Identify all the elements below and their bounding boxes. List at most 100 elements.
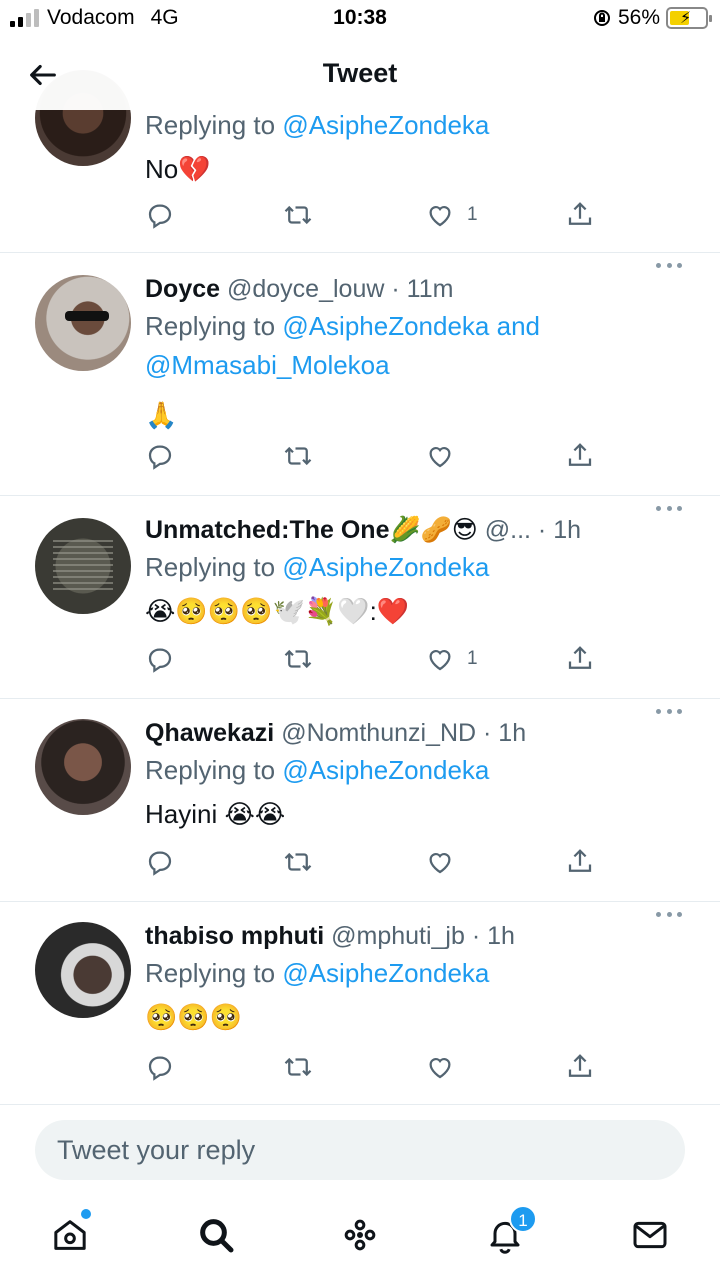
- timestamp[interactable]: · 1h: [483, 719, 526, 747]
- tweet-actions: 1: [145, 200, 605, 232]
- retweet-button[interactable]: [283, 200, 313, 230]
- status-right: 56% ⚡: [592, 6, 712, 30]
- replying-label: Replying to: [145, 958, 283, 988]
- more-icon[interactable]: [656, 912, 682, 920]
- retweet-button[interactable]: [283, 644, 313, 674]
- replying-label: Replying to: [145, 552, 283, 582]
- display-name[interactable]: Qhawekazi: [145, 719, 274, 747]
- share-icon: [568, 849, 592, 872]
- retweet-icon: [284, 649, 312, 669]
- heart-icon: [429, 206, 451, 227]
- timestamp[interactable]: · 1h: [472, 922, 515, 950]
- retweet-button[interactable]: [283, 441, 313, 471]
- mention-link[interactable]: @AsipheZondeka: [282, 110, 489, 140]
- like-button[interactable]: 1: [425, 200, 478, 230]
- reply-tweet[interactable]: Unmatched:The One🌽🥜😎 @... · 1h Replying …: [0, 496, 720, 699]
- avatar[interactable]: [35, 518, 131, 614]
- share-icon: [568, 443, 592, 466]
- mention-link[interactable]: @AsipheZondeka and: [282, 311, 540, 341]
- home-icon: [54, 1220, 86, 1250]
- retweet-icon: [284, 852, 312, 872]
- avatar[interactable]: [35, 719, 131, 815]
- mention-link[interactable]: @Mmasabi_Molekoa: [145, 346, 690, 385]
- mention-link[interactable]: @AsipheZondeka: [282, 552, 489, 582]
- sunglasses-graphic: [65, 311, 109, 321]
- avatar[interactable]: [35, 922, 131, 1018]
- tweet-actions: [145, 441, 605, 473]
- tweet-header: Qhawekazi @Nomthunzi_ND · 1h: [145, 715, 690, 751]
- bottom-nav: 1: [0, 1195, 720, 1280]
- display-name[interactable]: Unmatched:The One🌽🥜😎: [145, 516, 478, 544]
- heart-icon: [429, 853, 451, 874]
- like-button[interactable]: [425, 441, 467, 471]
- replying-to: Replying to @AsipheZondeka: [145, 954, 690, 993]
- replying-label: Replying to: [145, 755, 283, 785]
- mention-link[interactable]: @AsipheZondeka: [282, 958, 489, 988]
- reply-input[interactable]: Tweet your reply: [35, 1120, 685, 1180]
- nav-messages[interactable]: [630, 1215, 670, 1255]
- reply-tweet[interactable]: thabiso mphuti @mphuti_jb · 1h Replying …: [0, 902, 720, 1105]
- search-icon: [200, 1219, 234, 1253]
- share-icon: [568, 202, 592, 225]
- mention-link[interactable]: @AsipheZondeka: [282, 755, 489, 785]
- like-button[interactable]: [425, 1052, 467, 1082]
- orientation-lock-icon: [593, 10, 610, 26]
- charging-bolt-icon: ⚡: [680, 10, 692, 27]
- replying-label: Replying to: [145, 110, 283, 140]
- nav-search[interactable]: [196, 1215, 236, 1255]
- reply-button[interactable]: [145, 200, 175, 230]
- share-button[interactable]: [565, 644, 595, 674]
- avatar-text-graphic: [53, 540, 113, 592]
- nav-spaces[interactable]: [340, 1215, 380, 1255]
- reply-button[interactable]: [145, 1052, 175, 1082]
- avatar[interactable]: [35, 275, 131, 371]
- top-header: Tweet: [0, 40, 720, 110]
- notification-badge: 1: [509, 1205, 537, 1233]
- user-handle[interactable]: @...: [485, 516, 531, 544]
- home-notification-dot: [81, 1209, 91, 1219]
- user-handle[interactable]: @Nomthunzi_ND: [281, 719, 476, 747]
- more-icon[interactable]: [656, 709, 682, 717]
- battery-icon: ⚡: [666, 7, 712, 29]
- spaces-icon: [344, 1219, 376, 1251]
- tweet-header: Unmatched:The One🌽🥜😎 @... · 1h: [145, 512, 690, 548]
- nav-home[interactable]: [50, 1209, 91, 1255]
- share-button[interactable]: [565, 1052, 595, 1082]
- reply-tweet[interactable]: Qhawekazi @Nomthunzi_ND · 1h Replying to…: [0, 699, 720, 902]
- more-icon[interactable]: [656, 506, 682, 514]
- heart-icon: [429, 447, 451, 468]
- display-name[interactable]: thabiso mphuti: [145, 922, 324, 950]
- reply-button[interactable]: [145, 441, 175, 471]
- reply-button[interactable]: [145, 847, 175, 877]
- tweet-text: 😭🥺🥺🥺🕊️💐🤍:❤️: [145, 596, 410, 626]
- tweet-text: 🥺🥺🥺: [145, 1002, 243, 1032]
- share-button[interactable]: [565, 200, 595, 230]
- user-handle[interactable]: @mphuti_jb: [331, 922, 465, 950]
- nav-notifications[interactable]: 1: [485, 1205, 537, 1255]
- user-handle[interactable]: @doyce_louw: [227, 275, 384, 303]
- retweet-icon: [284, 446, 312, 466]
- status-bar: Vodacom 4G 10:38 56% ⚡: [0, 0, 720, 40]
- timestamp[interactable]: · 11m: [391, 275, 453, 303]
- mail-icon: [633, 1221, 667, 1249]
- reply-icon: [148, 445, 172, 470]
- share-button[interactable]: [565, 441, 595, 471]
- replying-to: Replying to @AsipheZondeka and: [145, 307, 690, 346]
- timestamp[interactable]: · 1h: [538, 516, 581, 544]
- share-button[interactable]: [565, 847, 595, 877]
- tweet-actions: 1: [145, 644, 605, 676]
- like-button[interactable]: [425, 847, 467, 877]
- like-count: 1: [467, 648, 478, 669]
- retweet-button[interactable]: [283, 1052, 313, 1082]
- reply-button[interactable]: [145, 644, 175, 674]
- share-icon: [568, 646, 592, 669]
- reply-tweet[interactable]: Doyce @doyce_louw · 11m Replying to @Asi…: [0, 253, 720, 496]
- tweet-header: Doyce @doyce_louw · 11m: [145, 271, 690, 307]
- replying-to: Replying to @AsipheZondeka: [145, 106, 690, 145]
- heart-icon: [429, 1058, 451, 1079]
- display-name[interactable]: Doyce: [145, 275, 220, 303]
- retweet-button[interactable]: [283, 847, 313, 877]
- like-button[interactable]: 1: [425, 644, 478, 674]
- tweet-text: Hayini 😭😭: [145, 799, 286, 829]
- more-icon[interactable]: [656, 263, 682, 271]
